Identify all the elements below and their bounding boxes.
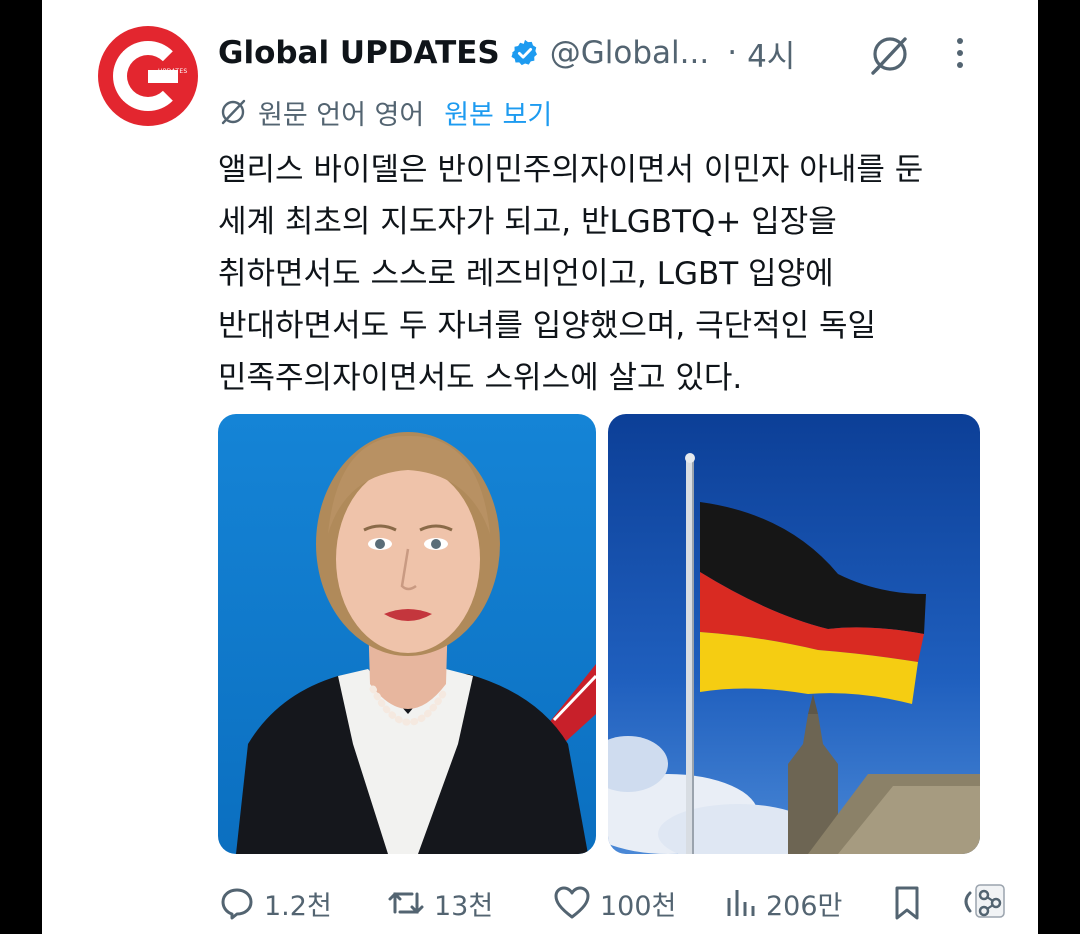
author-name[interactable]: Global UPDATES: [218, 35, 500, 71]
post-text-line: 민족주의자이면서도 스위스에 살고 있다.: [218, 360, 743, 396]
author-handle[interactable]: @Global...: [550, 35, 709, 71]
avatar-logo-text: UPDATES: [158, 68, 188, 75]
post-text-line: 반대하면서도 두 자녀를 입양했으며, 극단적인 독일: [218, 308, 877, 344]
media-photo-portrait[interactable]: [218, 414, 596, 854]
bookmark-button[interactable]: [890, 880, 924, 926]
reply-icon: [221, 888, 253, 920]
like-button[interactable]: 100천: [552, 880, 676, 926]
grok-icon[interactable]: [868, 32, 912, 76]
share-icon: [964, 884, 1005, 918]
post-text-line: 취하면서도 스스로 레즈비언이고, LGBT 입양에: [218, 256, 834, 292]
more-icon[interactable]: [948, 36, 972, 72]
reply-count: 1.2천: [264, 890, 332, 922]
post-time[interactable]: 4시: [747, 31, 795, 76]
separator-dot: ·: [727, 35, 738, 71]
share-button[interactable]: [958, 880, 1006, 926]
repost-button[interactable]: 13천: [386, 880, 493, 926]
repost-icon: [388, 892, 424, 914]
show-original-link[interactable]: 원본 보기: [444, 93, 552, 132]
views-icon: [727, 890, 755, 916]
translation-note: 원문 언어 영어: [258, 99, 425, 131]
verified-badge-icon: [511, 39, 537, 66]
post-text: 앨리스 바이델은 반이민주의자이면서 이민자 아내를 둔 세계 최초의 지도자가…: [218, 144, 1008, 404]
views-count: 206만: [766, 890, 843, 922]
media-photo-flag[interactable]: [608, 414, 980, 854]
action-bar: 1.2천 13천 100천 206만: [218, 880, 1008, 926]
views-button[interactable]: 206만: [724, 880, 842, 926]
bookmark-icon: [895, 886, 919, 920]
reply-button[interactable]: 1.2천: [218, 880, 332, 926]
post-card: UPDATES Global UPDATES @Global... · 4시 원…: [42, 0, 1038, 934]
repost-count: 13천: [434, 890, 494, 922]
post-text-line: 앨리스 바이델은 반이민주의자이면서 이민자 아내를 둔: [218, 152, 924, 188]
heart-icon: [554, 886, 590, 919]
translate-icon: [221, 99, 246, 125]
translation-row: 원문 언어 영어 원본 보기: [218, 92, 552, 132]
post-header: Global UPDATES @Global... · 4시: [218, 30, 795, 76]
post-text-line: 세계 최초의 지도자가 되고, 반LGBTQ+ 입장을: [218, 204, 837, 240]
avatar[interactable]: UPDATES: [98, 26, 198, 126]
like-count: 100천: [600, 890, 677, 922]
